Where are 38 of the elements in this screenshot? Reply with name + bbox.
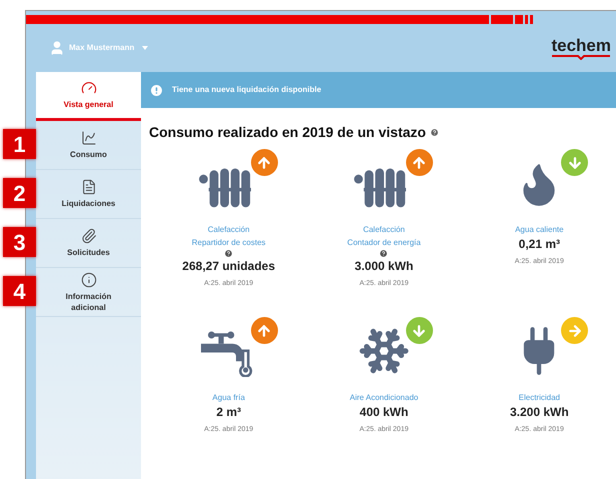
meter-label[interactable]: Aire Acondicionado (350, 391, 418, 404)
help-icon[interactable] (224, 249, 234, 258)
caret-icon (142, 46, 148, 50)
consumption-value: 3.200 kWh (510, 404, 569, 420)
stripe-segment (491, 15, 513, 24)
meter-label[interactable]: Calefacción (208, 223, 250, 236)
help-icon[interactable] (379, 249, 388, 258)
meter-label[interactable]: Contador de energía (347, 236, 421, 249)
consumption-value: 268,27 unidades (182, 258, 276, 274)
paperclip-icon (80, 228, 96, 244)
meter-label[interactable]: Repartidor de costes (192, 236, 266, 249)
meter-label[interactable]: Agua fría (212, 391, 245, 404)
help-icon[interactable] (430, 128, 439, 137)
consumption-value: 400 kWh (360, 404, 408, 420)
gauge-icon (80, 80, 96, 96)
alert-icon (149, 82, 164, 98)
stripe-segment (530, 15, 533, 24)
info-icon (80, 272, 96, 288)
user-menu[interactable]: Max Mustermann (49, 40, 148, 56)
step-number-badge: 1 (3, 129, 36, 159)
consumption-value: 0,21 m³ (518, 236, 560, 252)
document-icon (80, 179, 96, 195)
stripe-segment (515, 15, 523, 24)
line-chart-icon (80, 130, 96, 146)
step-number-badge: 4 (3, 276, 36, 306)
section-title: Consumo realizado en 2019 de un vistazo (149, 123, 426, 142)
notification-banner: Tiene una nueva liquidación disponible (141, 72, 616, 108)
meter-label[interactable]: Agua caliente (515, 223, 564, 236)
nav-item[interactable]: Vista general (36, 72, 141, 121)
user-icon (49, 40, 65, 56)
consumption-value: 3.000 kWh (354, 258, 414, 274)
step-number-badge: 3 (3, 227, 36, 257)
meter-label[interactable]: Calefacción (363, 223, 405, 236)
stripe-segment (525, 15, 528, 24)
consumption-value: 2 m³ (216, 404, 241, 420)
meter-label[interactable]: Electricidad (518, 391, 560, 404)
step-number-badge: 2 (3, 178, 36, 208)
company-logo: techem (551, 36, 611, 60)
